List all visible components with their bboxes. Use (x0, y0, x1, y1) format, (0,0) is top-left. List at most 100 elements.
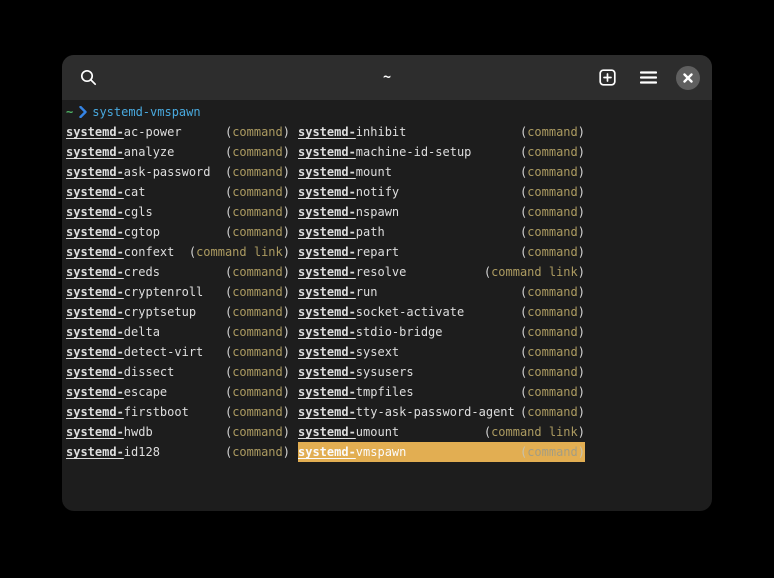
completion-row: systemd-cgtop(command) systemd-path(comma… (66, 222, 708, 242)
completion-item[interactable]: systemd-escape(command) (66, 382, 290, 402)
completion-item[interactable]: systemd-tty-ask-password-agent(command) (298, 402, 585, 422)
completion-description: (command) (520, 282, 585, 302)
completion-item[interactable]: systemd-hwdb(command) (66, 422, 290, 442)
completion-description: (command) (225, 342, 290, 362)
completion-item[interactable]: systemd-dissect(command) (66, 362, 290, 382)
completion-description: (command) (520, 202, 585, 222)
completion-item[interactable]: systemd-delta(command) (66, 322, 290, 342)
completion-item[interactable]: systemd-creds(command) (66, 262, 290, 282)
completion-description: (command) (225, 182, 290, 202)
header-controls (591, 62, 702, 94)
close-button[interactable] (676, 66, 700, 90)
search-icon (80, 69, 97, 86)
completion-row: systemd-escape(command) systemd-tmpfiles(… (66, 382, 708, 402)
completion-item[interactable]: systemd-ac-power(command) (66, 122, 290, 142)
prompt-command: systemd-vmspawn (92, 102, 200, 122)
completion-row: systemd-cryptsetup(command) systemd-socke… (66, 302, 708, 322)
completion-item[interactable]: systemd-vmspawn(command) (298, 442, 585, 462)
completion-description: (command) (225, 382, 290, 402)
completion-item[interactable]: systemd-cgtop(command) (66, 222, 290, 242)
completion-item[interactable]: systemd-id128(command) (66, 442, 290, 462)
completion-row: systemd-creds(command) systemd-resolve(co… (66, 262, 708, 282)
completion-item[interactable]: systemd-socket-activate(command) (298, 302, 585, 322)
completion-description: (command) (225, 222, 290, 242)
completion-item[interactable]: systemd-ask-password(command) (66, 162, 290, 182)
completion-description: (command link) (484, 262, 585, 282)
prompt-line: ~ systemd-vmspawn (66, 102, 708, 122)
completion-item[interactable]: systemd-cat(command) (66, 182, 290, 202)
completion-row: systemd-detect-virt(command) systemd-syse… (66, 342, 708, 362)
completion-description: (command) (225, 262, 290, 282)
completion-description: (command) (225, 282, 290, 302)
completion-item[interactable]: systemd-notify(command) (298, 182, 585, 202)
completion-item[interactable]: systemd-machine-id-setup(command) (298, 142, 585, 162)
menu-icon (640, 71, 657, 84)
completion-grid: systemd-ac-power(command) systemd-inhibit… (66, 122, 708, 462)
completion-description: (command) (520, 322, 585, 342)
completion-description: (command) (225, 162, 290, 182)
completion-item[interactable]: systemd-cgls(command) (66, 202, 290, 222)
completion-description: (command) (520, 242, 585, 262)
completion-description: (command) (225, 122, 290, 142)
completion-row: systemd-analyze(command) systemd-machine-… (66, 142, 708, 162)
completion-item[interactable]: systemd-mount(command) (298, 162, 585, 182)
completion-description: (command) (520, 142, 585, 162)
completion-item[interactable]: systemd-path(command) (298, 222, 585, 242)
completion-description: (command) (520, 222, 585, 242)
completion-description: (command) (520, 382, 585, 402)
completion-row: systemd-cgls(command) systemd-nspawn(comm… (66, 202, 708, 222)
completion-row: systemd-cryptenroll(command) systemd-run(… (66, 282, 708, 302)
completion-description: (command) (225, 402, 290, 422)
completion-item[interactable]: systemd-run(command) (298, 282, 585, 302)
completion-description: (command) (520, 122, 585, 142)
completion-description: (command) (520, 302, 585, 322)
completion-item[interactable]: systemd-repart(command) (298, 242, 585, 262)
terminal-content[interactable]: ~ systemd-vmspawn systemd-ac-power(comma… (62, 100, 712, 511)
completion-item[interactable]: systemd-resolve(command link) (298, 262, 585, 282)
completion-description: (command link) (484, 422, 585, 442)
completion-description: (command) (225, 362, 290, 382)
completion-row: systemd-firstboot(command) systemd-tty-as… (66, 402, 708, 422)
completion-row: systemd-ac-power(command) systemd-inhibit… (66, 122, 708, 142)
completion-description: (command) (225, 202, 290, 222)
completion-item[interactable]: systemd-cryptsetup(command) (66, 302, 290, 322)
search-button[interactable] (72, 62, 104, 94)
completion-description: (command) (520, 402, 585, 422)
completion-row: systemd-confext(command link) systemd-rep… (66, 242, 708, 262)
completion-row: systemd-delta(command) systemd-stdio-brid… (66, 322, 708, 342)
completion-description: (command) (225, 322, 290, 342)
completion-description: (command) (225, 422, 290, 442)
completion-item[interactable]: systemd-sysusers(command) (298, 362, 585, 382)
new-tab-button[interactable] (591, 62, 623, 94)
completion-item[interactable]: systemd-cryptenroll(command) (66, 282, 290, 302)
close-icon (683, 73, 693, 83)
completion-description: (command) (520, 342, 585, 362)
completion-item[interactable]: systemd-stdio-bridge(command) (298, 322, 585, 342)
completion-item[interactable]: systemd-detect-virt(command) (66, 342, 290, 362)
completion-row: systemd-hwdb(command) systemd-umount(comm… (66, 422, 708, 442)
completion-item[interactable]: systemd-confext(command link) (66, 242, 290, 262)
header-bar: ~ (62, 55, 712, 100)
completion-item[interactable]: systemd-firstboot(command) (66, 402, 290, 422)
completion-description: (command) (520, 362, 585, 382)
terminal-window: ~ (62, 55, 712, 511)
prompt-chevron-icon (79, 106, 87, 118)
completion-description: (command) (520, 182, 585, 202)
completion-item[interactable]: systemd-nspawn(command) (298, 202, 585, 222)
completion-row: systemd-ask-password(command) systemd-mou… (66, 162, 708, 182)
completion-item[interactable]: systemd-inhibit(command) (298, 122, 585, 142)
prompt-cwd: ~ (66, 102, 73, 122)
completion-item[interactable]: systemd-tmpfiles(command) (298, 382, 585, 402)
completion-description: (command) (225, 302, 290, 322)
completion-item[interactable]: systemd-umount(command link) (298, 422, 585, 442)
completion-item[interactable]: systemd-analyze(command) (66, 142, 290, 162)
completion-description: (command) (520, 162, 585, 182)
completion-row: systemd-id128(command) systemd-vmspawn(co… (66, 442, 708, 462)
menu-button[interactable] (632, 62, 664, 94)
completion-description: (command link) (189, 242, 290, 262)
completion-row: systemd-cat(command) systemd-notify(comma… (66, 182, 708, 202)
completion-description: (command) (225, 442, 290, 462)
completion-description: (command) (225, 142, 290, 162)
completion-item[interactable]: systemd-sysext(command) (298, 342, 585, 362)
completion-row: systemd-dissect(command) systemd-sysusers… (66, 362, 708, 382)
